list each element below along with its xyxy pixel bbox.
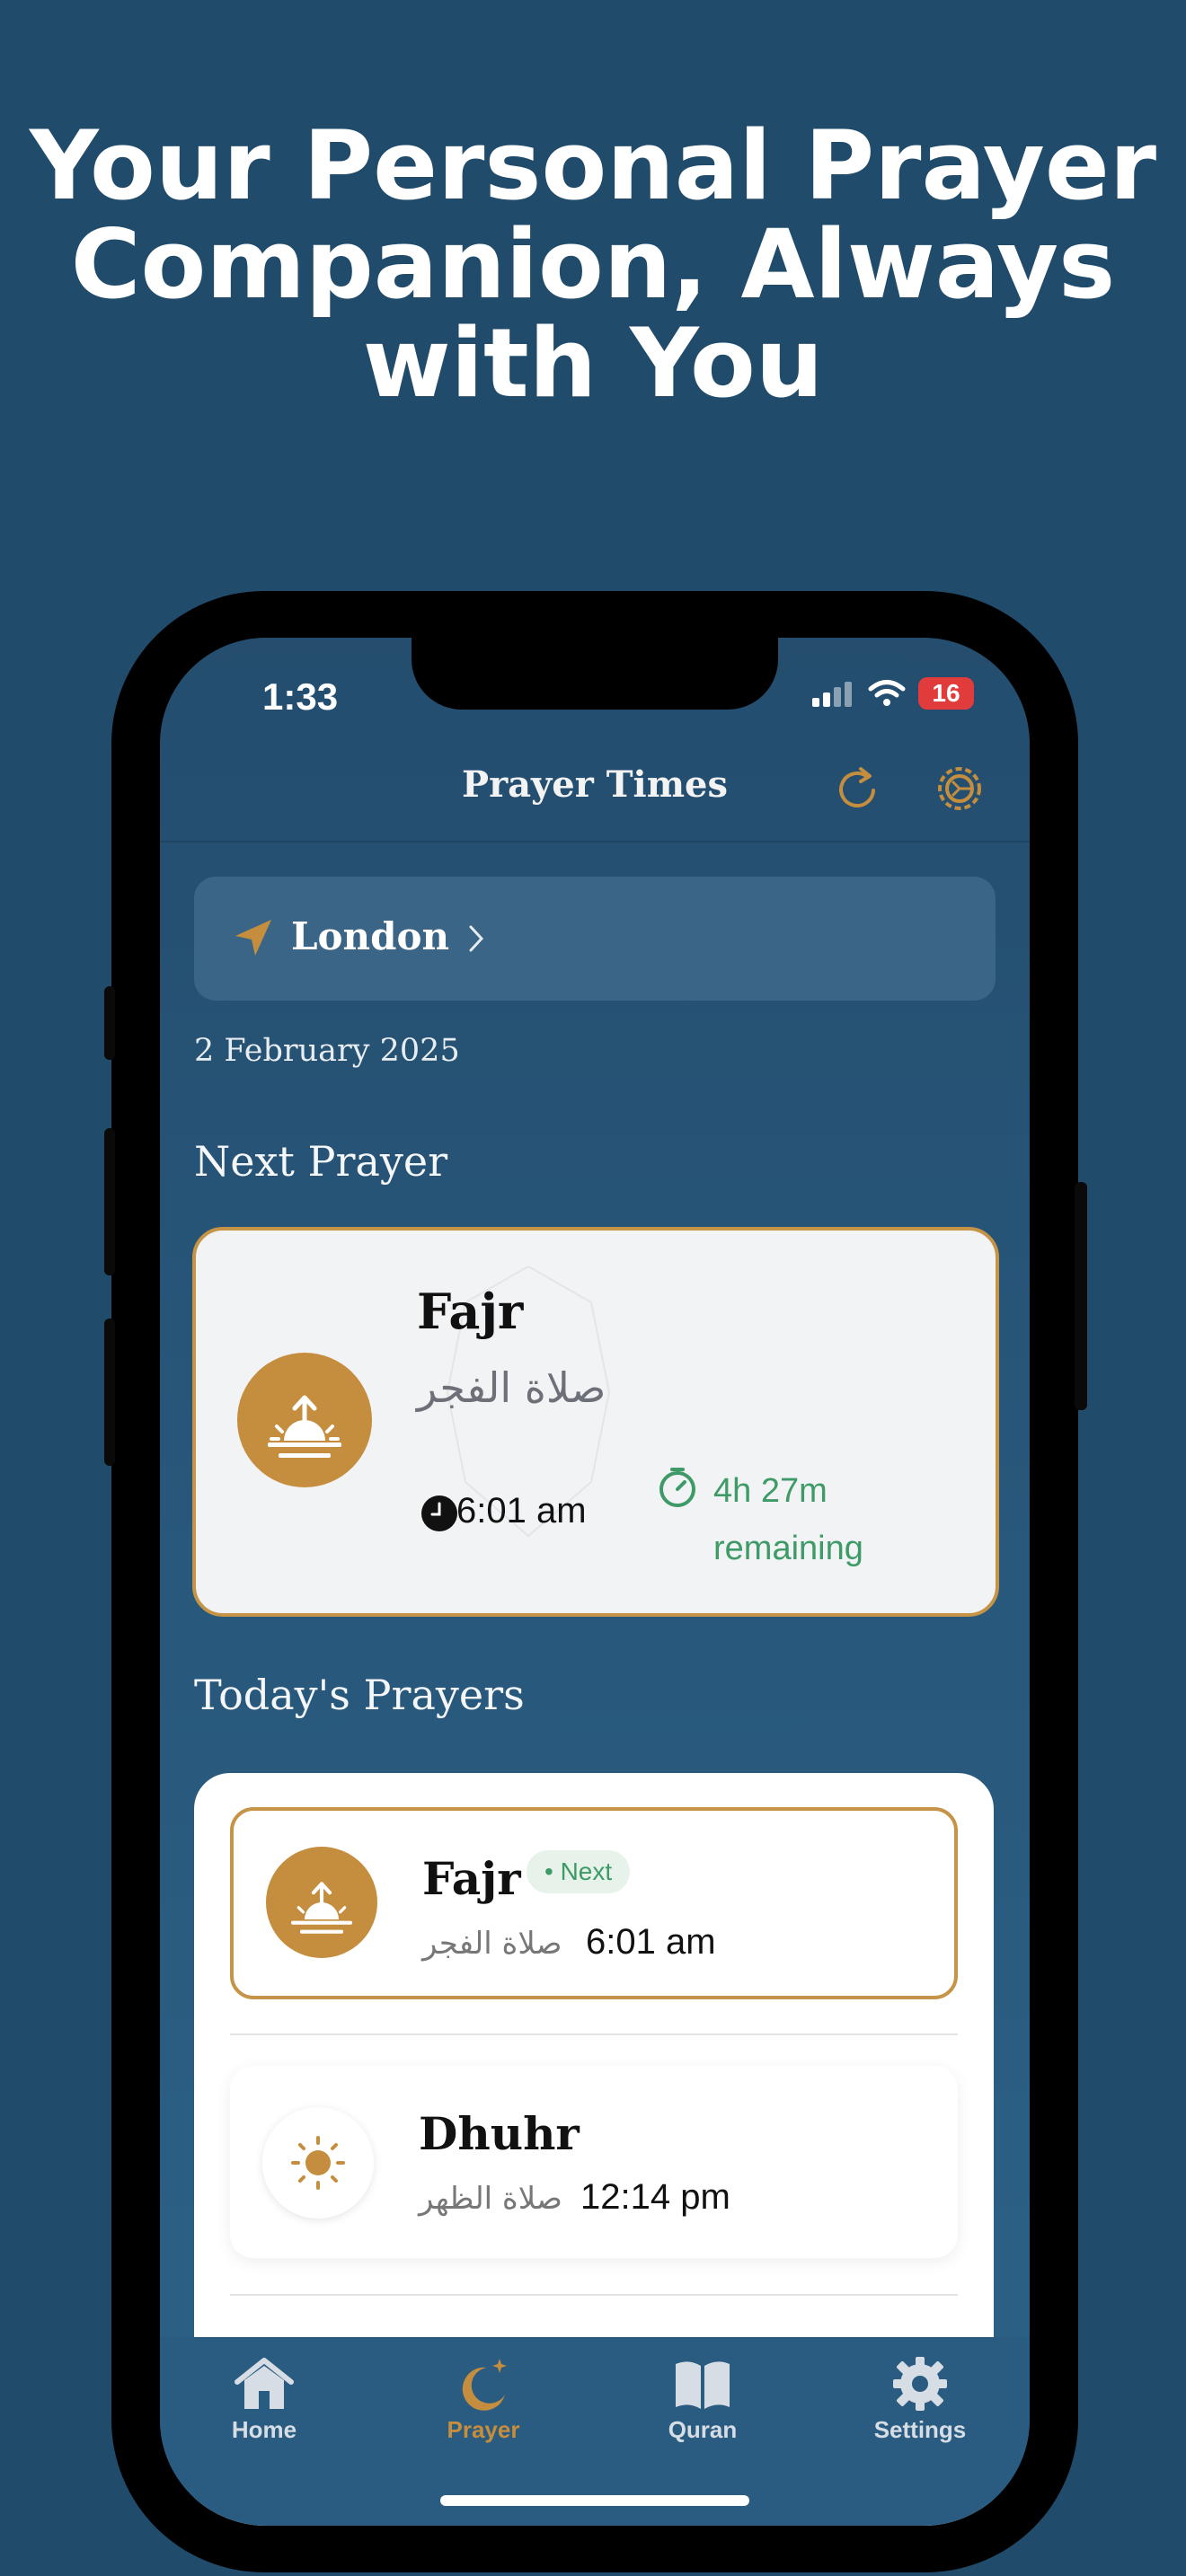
home-indicator[interactable] — [440, 2495, 749, 2506]
next-prayer-arabic: صلاة الفجر — [417, 1363, 606, 1412]
sunrise-icon — [291, 1882, 352, 1934]
time-remaining: 4h 27m remaining — [713, 1462, 983, 1577]
prayer-name: Dhuhr — [419, 2107, 580, 2160]
header-divider — [160, 841, 1030, 842]
battery-indicator: 16 — [918, 677, 974, 710]
todays-prayers-heading: Today's Prayers — [194, 1671, 525, 1719]
chevron-right-icon — [469, 925, 484, 952]
sun-icon — [291, 2136, 345, 2190]
tab-quran[interactable]: Quran — [631, 2355, 774, 2444]
page-title: Prayer Times — [461, 763, 728, 806]
tab-prayer[interactable]: Prayer — [412, 2355, 555, 2444]
prayer-name: Fajr — [422, 1852, 521, 1905]
headline-line-1: Your Personal Prayer — [30, 110, 1156, 221]
time-remaining-label: remaining — [713, 1530, 863, 1567]
gear-icon[interactable] — [931, 760, 988, 817]
row-divider — [230, 2033, 958, 2035]
tab-label: Quran — [668, 2416, 738, 2443]
prayer-row-dhuhr[interactable]: Dhuhr صلاة الظهر 12:14 pm — [230, 2066, 958, 2258]
phone-volume-down — [104, 1319, 115, 1466]
next-prayer-time: 6:01 am — [456, 1491, 587, 1531]
timer-icon — [659, 1468, 695, 1507]
status-time: 1:33 — [262, 675, 339, 718]
tab-home[interactable]: Home — [192, 2355, 336, 2444]
next-prayer-name: Fajr — [417, 1283, 524, 1340]
sunrise-icon — [268, 1395, 341, 1458]
location-arrow-icon — [235, 920, 271, 956]
tab-label: Home — [231, 2416, 297, 2443]
phone-screen: 1:33 16 Prayer Times London 2 February 2… — [160, 638, 1030, 2526]
cellular-signal-icon — [812, 682, 852, 707]
location-name: London — [291, 914, 449, 958]
tab-label: Settings — [873, 2416, 967, 2443]
headline: Your Personal Prayer Companion, Always w… — [0, 117, 1186, 413]
headline-line-3: with You — [362, 308, 824, 419]
row-divider — [230, 2294, 958, 2296]
refresh-icon[interactable] — [830, 760, 888, 817]
prayer-arabic: صلاة الظهر — [419, 2181, 562, 2217]
next-prayer-card[interactable]: Fajr صلاة الفجر 6:01 am 4h 27m remaining — [192, 1227, 999, 1617]
notch — [412, 638, 778, 710]
book-icon — [676, 2361, 730, 2409]
home-icon — [235, 2358, 294, 2409]
clock-icon — [421, 1495, 457, 1531]
phone-volume-up — [104, 1128, 115, 1275]
next-badge: • Next — [527, 1850, 631, 1893]
fajr-icon-badge — [266, 1847, 377, 1958]
time-remaining-value: 4h 27m — [713, 1472, 828, 1510]
status-icons: 16 — [810, 677, 974, 710]
phone-side-button — [104, 986, 115, 1060]
location-selector[interactable]: London — [194, 877, 996, 1001]
headline-line-2: Companion, Always — [70, 209, 1116, 320]
tab-label: Prayer — [447, 2416, 520, 2443]
prayer-time: 6:01 am — [586, 1922, 716, 1962]
next-prayer-icon-badge — [237, 1353, 372, 1487]
phone-power-button — [1075, 1182, 1087, 1410]
prayer-time: 12:14 pm — [580, 2177, 730, 2217]
dhuhr-icon-badge — [262, 2107, 374, 2219]
current-date: 2 February 2025 — [194, 1033, 460, 1069]
crescent-moon-icon — [462, 2359, 507, 2411]
gear-icon — [893, 2357, 947, 2411]
prayer-row-fajr[interactable]: Fajr • Next صلاة الفجر 6:01 am — [230, 1807, 958, 1999]
tab-settings[interactable]: Settings — [848, 2355, 992, 2444]
next-prayer-heading: Next Prayer — [194, 1137, 448, 1186]
wifi-icon — [868, 680, 906, 706]
prayer-arabic: صلاة الفجر — [422, 1926, 562, 1962]
